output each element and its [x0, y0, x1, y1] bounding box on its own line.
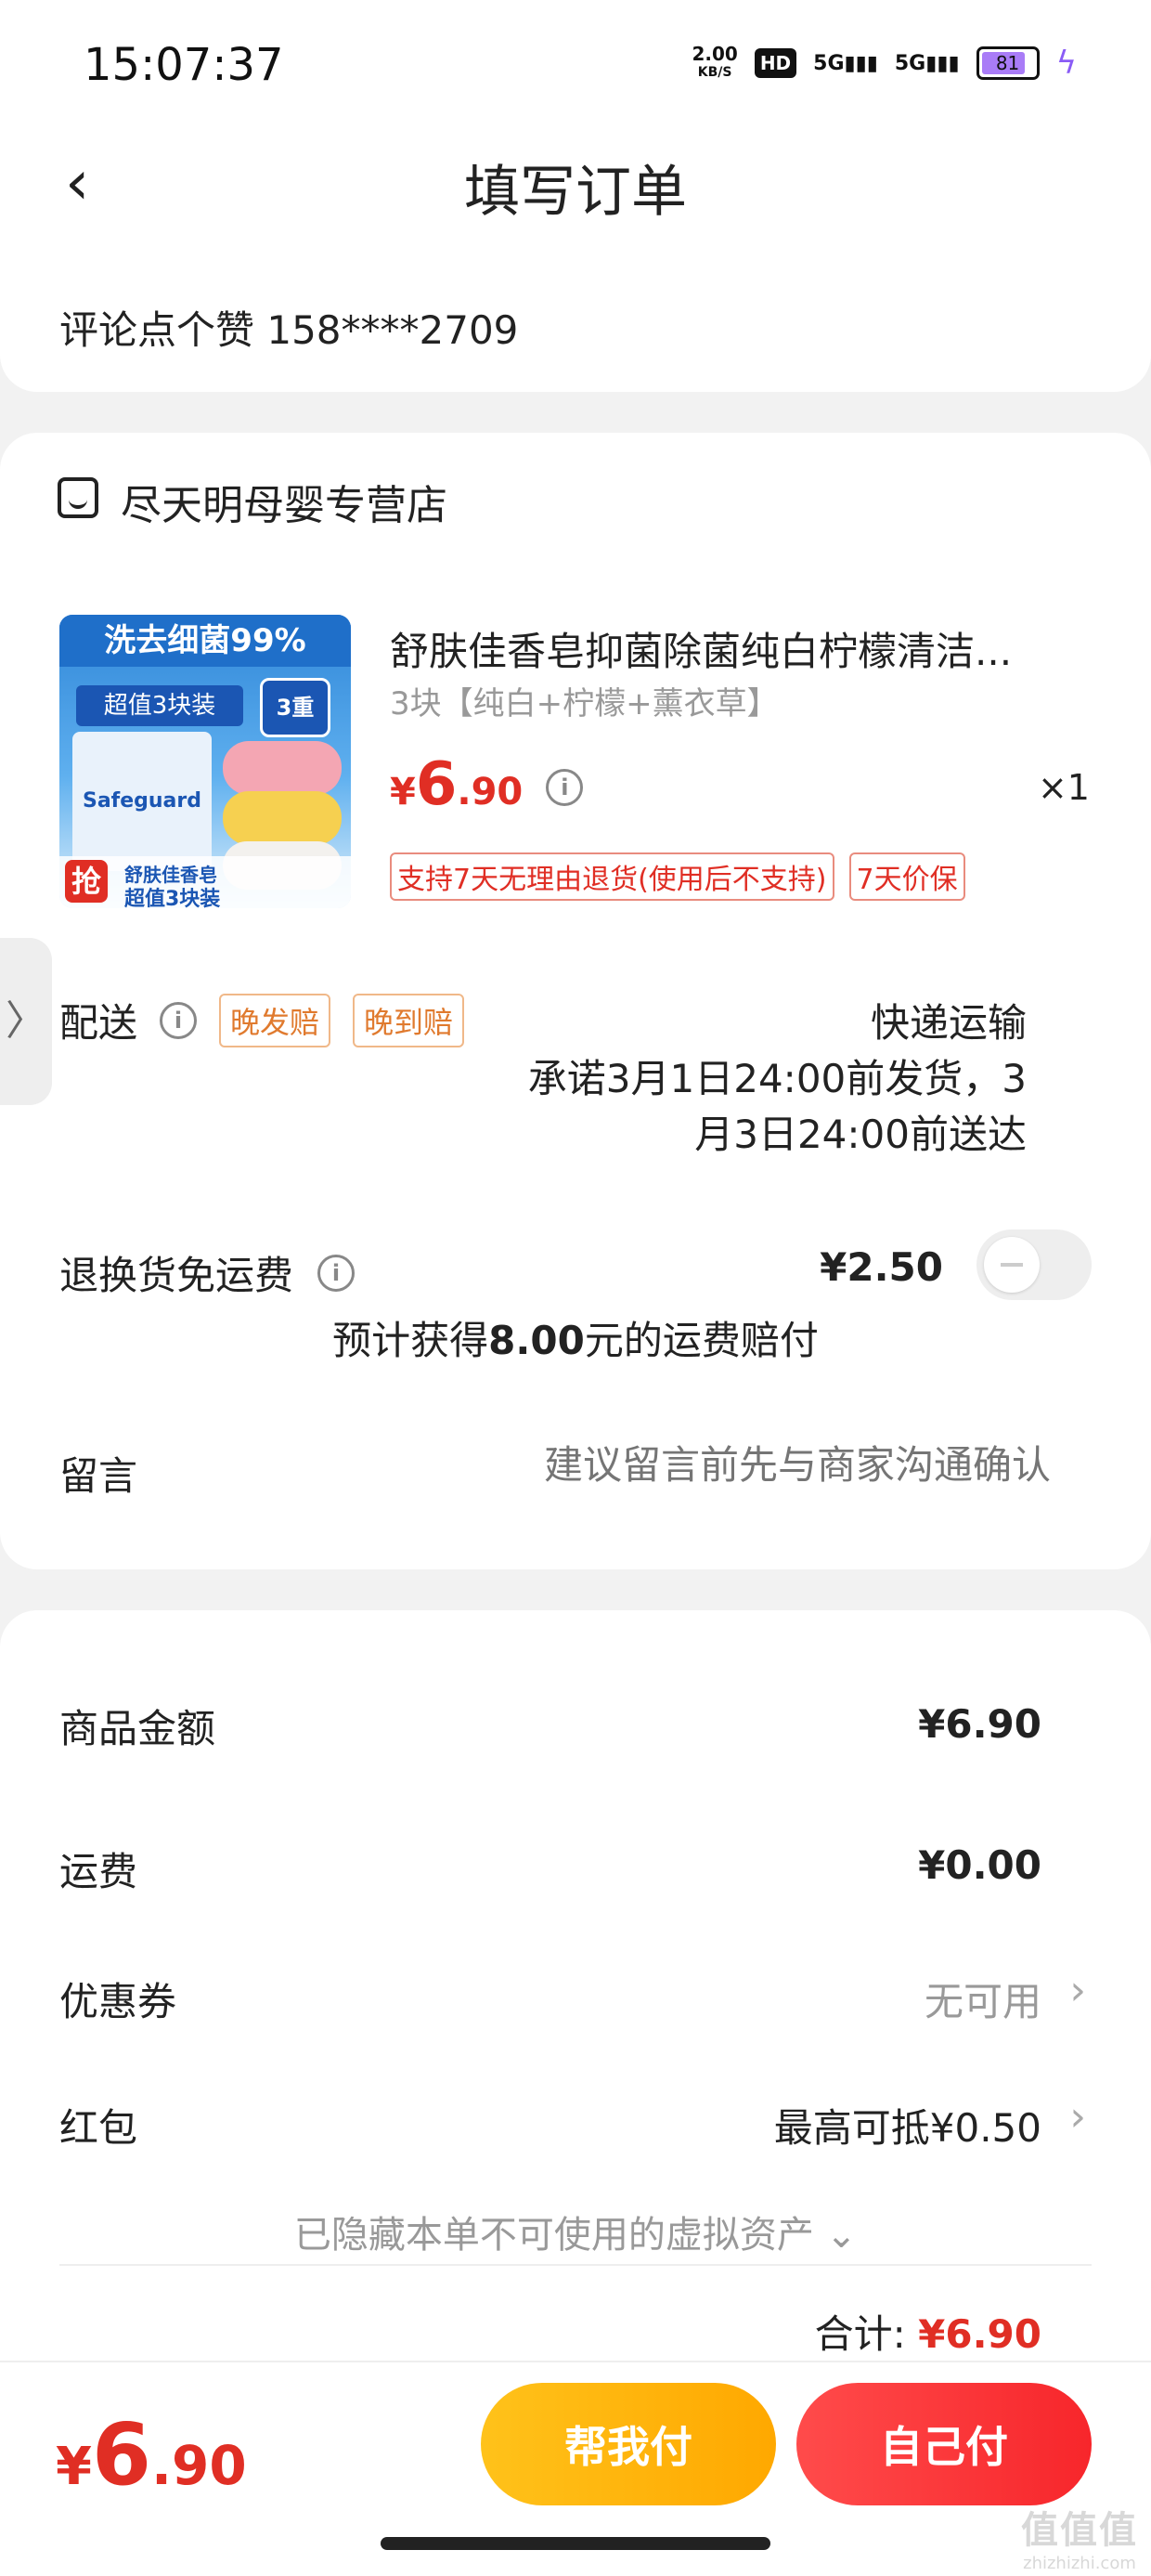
- watermark-sub: zhizhizhi.com: [1023, 2554, 1136, 2573]
- return-shipping-label-group: 退换货免运费 i: [59, 1244, 356, 1301]
- net-speed-value: 2.00: [692, 43, 738, 65]
- charging-icon: ϟ: [1055, 45, 1077, 82]
- bottom-price-decimal: .90: [150, 2434, 247, 2497]
- page-title: 填写订单: [464, 160, 687, 225]
- address-contact-line: 评论点个赞 158****2709: [59, 307, 519, 353]
- hidden-assets-text: 已隐藏本单不可使用的虚拟资产: [293, 2214, 814, 2257]
- product-image-banner: 洗去细菌99%: [59, 615, 351, 667]
- message-input[interactable]: [362, 1441, 1053, 1489]
- hidden-assets-toggle[interactable]: 已隐藏本单不可使用的虚拟资产 ⌄: [0, 2205, 1151, 2258]
- product-image-badge: 3重: [260, 678, 330, 737]
- watermark-logo: 值值值 zhizhizhi.com: [1021, 2500, 1138, 2573]
- home-indicator[interactable]: [381, 2537, 770, 2550]
- chevron-down-icon: ⌄: [825, 2214, 858, 2257]
- comp-prefix: 预计获得: [332, 1318, 489, 1363]
- total-label: 合计:: [814, 2311, 906, 2357]
- watermark-text: 值值值: [1021, 2509, 1138, 2552]
- comp-suffix: 元的运费赔付: [584, 1318, 819, 1363]
- bottom-price-integer: 6: [91, 2405, 151, 2504]
- coupon-label[interactable]: 优惠券: [59, 1971, 176, 2027]
- self-pay-button[interactable]: 自己付: [796, 2383, 1092, 2505]
- product-image-cta: 抢: [65, 860, 108, 903]
- product-image[interactable]: 洗去细菌99% 超值3块装 Safeguard 3重 抢 舒肤佳香皂 超值3块装: [59, 615, 351, 908]
- shipping-promise: 承诺3月1日24:00前发货，3月3日24:00前送达: [527, 1056, 1027, 1157]
- chevron-right-icon: 〉: [6, 997, 46, 1045]
- redpacket-value-text: 最高可抵¥0.50: [773, 2105, 1041, 2151]
- battery-icon: 81: [976, 46, 1040, 80]
- return-shipping-price: ¥2.50: [820, 1244, 943, 1290]
- product-price: ¥6.90 i: [390, 750, 584, 819]
- freight-label: 运费: [59, 1849, 138, 1894]
- message-label: 留言: [59, 1453, 138, 1499]
- late-ship-tag: 晚发赔: [219, 993, 331, 1047]
- price-info-icon[interactable]: i: [546, 769, 584, 806]
- signal-1-label: 5G: [813, 51, 845, 75]
- product-image-banner-text: 洗去细菌99%: [104, 622, 306, 659]
- product-sku[interactable]: 3块【纯白+柠檬+薰衣草】: [390, 678, 779, 723]
- product-image-pack-label: 超值3块装: [76, 685, 243, 726]
- product-title[interactable]: 舒肤佳香皂抑菌除菌纯白柠檬清洁...: [390, 620, 1058, 677]
- return-shipping-info-icon[interactable]: i: [317, 1254, 356, 1292]
- comp-amount: 8.00: [488, 1318, 585, 1363]
- redpacket-value[interactable]: 最高可抵¥0.50: [774, 2097, 1041, 2153]
- store-name[interactable]: 尽天明母婴专营店: [121, 472, 447, 531]
- total-value: ¥6.90: [918, 2311, 1041, 2357]
- net-speed-unit: KB/S: [697, 65, 732, 80]
- goods-amount-value: ¥6.90: [918, 1701, 1041, 1747]
- shipping-label-group: 配送 i 晚发赔 晚到赔: [59, 992, 465, 1048]
- goods-amount-label: 商品金额: [59, 1706, 216, 1751]
- net-speed: 2.00 KB/S: [692, 45, 737, 82]
- product-image-caption-2: 超值3块装: [124, 888, 221, 908]
- product-image-box: Safeguard: [72, 732, 212, 871]
- store-icon: [58, 477, 98, 518]
- product-quantity: ×1: [1037, 767, 1090, 808]
- status-icons: 2.00 KB/S HD 5G▮▮▮ 5G▮▮▮ 81 ϟ: [692, 45, 1077, 82]
- price-decimal: .90: [457, 771, 524, 813]
- order-total: 合计: ¥6.90: [815, 2303, 1041, 2360]
- bottom-price: ¥6.90: [56, 2405, 247, 2504]
- shipping-method: 快递运输: [870, 1000, 1027, 1046]
- late-arrival-tag: 晚到赔: [353, 993, 465, 1047]
- return-shipping-toggle[interactable]: [976, 1229, 1092, 1300]
- signal-2-label: 5G: [894, 51, 926, 75]
- freight-value: ¥0.00: [918, 1842, 1041, 1888]
- status-time: 15:07:37: [84, 39, 284, 91]
- hd-icon: HD: [754, 48, 797, 78]
- redpacket-label[interactable]: 红包: [59, 2097, 137, 2153]
- signal-5g-icon-2: 5G▮▮▮: [894, 51, 960, 75]
- soap-pink: [223, 741, 342, 795]
- help-pay-button[interactable]: 帮我付: [481, 2383, 776, 2505]
- summary-divider: [59, 2264, 1092, 2266]
- shipping-info-icon[interactable]: i: [160, 1001, 198, 1039]
- side-drawer-handle[interactable]: 〉: [0, 938, 52, 1105]
- signal-5g-icon: 5G▮▮▮: [813, 51, 878, 75]
- coupon-chevron-icon[interactable]: ›: [1069, 1967, 1086, 2014]
- product-image-brand: Safeguard: [82, 789, 202, 813]
- price-protect-tag: 7天价保: [848, 852, 965, 901]
- price-currency: ¥: [390, 771, 416, 813]
- price-integer: 6: [415, 750, 458, 819]
- return-compensation-note: 预计获得8.00元的运费赔付: [0, 1309, 1151, 1366]
- return-shipping-label: 退换货免运费: [59, 1253, 294, 1298]
- soap-yellow: [223, 791, 342, 845]
- coupon-value[interactable]: 无可用: [925, 1971, 1041, 2027]
- bottom-price-currency: ¥: [56, 2437, 92, 2497]
- shipping-label: 配送: [59, 1000, 138, 1046]
- product-image-caption: 抢 舒肤佳香皂 超值3块装: [59, 856, 351, 908]
- toggle-knob: [984, 1237, 1040, 1293]
- return-policy-tag: 支持7天无理由退货(使用后不支持): [390, 852, 834, 901]
- battery-level: 81: [995, 52, 1020, 74]
- redpacket-chevron-icon[interactable]: ›: [1069, 2093, 1086, 2140]
- service-tags: 支持7天无理由退货(使用后不支持) 7天价保: [390, 852, 965, 901]
